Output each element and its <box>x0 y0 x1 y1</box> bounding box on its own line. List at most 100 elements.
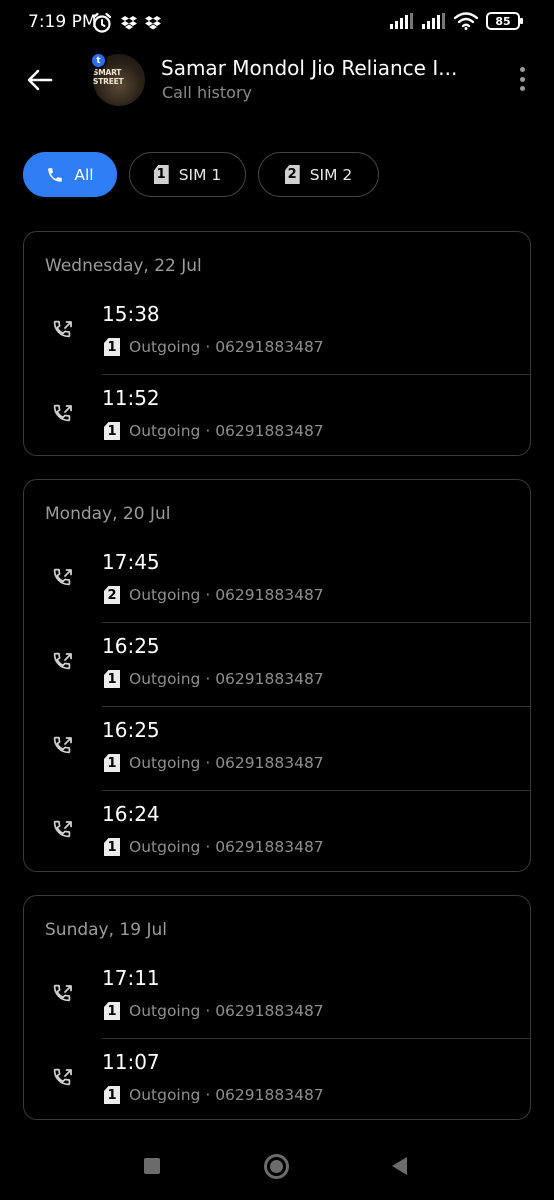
separator: · <box>200 1002 216 1020</box>
call-details: Outgoing · 06291883487 <box>129 422 324 440</box>
call-row[interactable]: 17:11 1 Outgoing · 06291883487 <box>24 954 530 1038</box>
status-icons-left <box>91 12 161 34</box>
truecaller-badge-icon: t <box>90 52 107 69</box>
call-meta: 1 Outgoing · 06291883487 <box>104 422 324 440</box>
call-meta: 2 Outgoing · 06291883487 <box>104 586 324 604</box>
app-header: SMART STREET t Samar Mondol Jio Reliance… <box>0 46 554 116</box>
sim-badge-icon: 1 <box>104 838 120 856</box>
filter-all-label: All <box>74 165 94 184</box>
call-details: Outgoing · 06291883487 <box>129 670 324 688</box>
contact-name: Samar Mondol Jio Reliance I... <box>161 56 458 80</box>
call-time: 15:38 <box>102 302 160 326</box>
sim-card-icon: 2 <box>284 165 300 184</box>
call-row[interactable]: 11:52 1 Outgoing · 06291883487 <box>24 374 530 458</box>
call-row[interactable]: 16:24 1 Outgoing · 06291883487 <box>24 790 530 874</box>
separator: · <box>200 754 216 772</box>
sim-badge-icon: 1 <box>104 1086 120 1104</box>
call-time: 16:25 <box>102 718 160 742</box>
call-time: 17:45 <box>102 550 160 574</box>
outgoing-call-icon <box>51 818 75 842</box>
filter-sim1-label: SIM 1 <box>178 165 222 184</box>
back-button[interactable] <box>22 62 58 98</box>
separator: · <box>200 838 216 856</box>
outgoing-call-icon <box>51 1066 75 1090</box>
call-type: Outgoing <box>129 586 201 604</box>
home-circle-icon[interactable] <box>264 1154 289 1179</box>
outgoing-call-icon <box>51 318 75 342</box>
filter-sim2-label: SIM 2 <box>309 165 353 184</box>
separator: · <box>200 586 216 604</box>
call-details: Outgoing · 06291883487 <box>129 338 324 356</box>
call-type: Outgoing <box>129 422 201 440</box>
status-time: 7:19 PM <box>28 12 97 32</box>
signal-icon <box>390 13 413 29</box>
day-label: Wednesday, 22 Jul <box>45 256 202 276</box>
sim-badge-icon: 1 <box>104 422 120 440</box>
filter-all-tab[interactable]: All <box>23 152 117 197</box>
sim-filter-tabs: All 1 SIM 1 2 SIM 2 <box>23 152 379 197</box>
separator: · <box>200 670 216 688</box>
filter-sim1-tab[interactable]: 1 SIM 1 <box>129 152 246 197</box>
sim-badge-icon: 2 <box>104 586 120 604</box>
outgoing-call-icon <box>51 982 75 1006</box>
battery-icon: 85 <box>486 12 523 30</box>
call-details: Outgoing · 06291883487 <box>129 1086 324 1104</box>
sim-badge-icon: 1 <box>104 754 120 772</box>
page-subtitle: Call history <box>162 83 252 102</box>
recents-square-icon[interactable] <box>144 1158 160 1174</box>
call-details: Outgoing · 06291883487 <box>129 1002 324 1020</box>
signal-icon <box>422 13 445 29</box>
outgoing-call-icon <box>51 734 75 758</box>
phone-number: 06291883487 <box>215 754 324 772</box>
sim-badge-icon: 1 <box>104 670 120 688</box>
phone-icon <box>48 167 63 182</box>
call-time: 16:25 <box>102 634 160 658</box>
system-nav-bar <box>0 1140 554 1200</box>
call-time: 17:11 <box>102 966 160 990</box>
phone-number: 06291883487 <box>215 838 324 856</box>
call-type: Outgoing <box>129 838 201 856</box>
phone-number: 06291883487 <box>215 1002 324 1020</box>
phone-number: 06291883487 <box>215 586 324 604</box>
phone-number: 06291883487 <box>215 670 324 688</box>
call-row[interactable]: 16:25 1 Outgoing · 06291883487 <box>24 706 530 790</box>
call-details: Outgoing · 06291883487 <box>129 586 324 604</box>
outgoing-call-icon <box>51 402 75 426</box>
more-vertical-icon <box>519 67 525 72</box>
outgoing-call-icon <box>51 650 75 674</box>
call-type: Outgoing <box>129 670 201 688</box>
day-group-card: Monday, 20 Jul 17:45 2 Outgoing · 062918834… <box>23 479 531 872</box>
call-meta: 1 Outgoing · 06291883487 <box>104 1002 324 1020</box>
alarm-icon <box>92 12 112 33</box>
day-label: Monday, 20 Jul <box>45 504 171 524</box>
back-triangle-icon[interactable] <box>392 1157 407 1175</box>
call-row[interactable]: 15:38 1 Outgoing · 06291883487 <box>24 290 530 374</box>
day-group-card: Wednesday, 22 Jul 15:38 1 Outgoing · 062918… <box>23 231 531 456</box>
arrow-left-icon <box>27 69 53 91</box>
call-meta: 1 Outgoing · 06291883487 <box>104 338 324 356</box>
wifi-icon <box>454 12 478 30</box>
call-details: Outgoing · 06291883487 <box>129 754 324 772</box>
filter-sim2-tab[interactable]: 2 SIM 2 <box>258 152 379 197</box>
status-icons-right: 85 <box>390 12 523 30</box>
dropbox-icon <box>121 16 137 30</box>
sim-badge-icon: 1 <box>104 338 120 356</box>
day-group-card: Sunday, 19 Jul 17:11 1 Outgoing · 062918834… <box>23 895 531 1120</box>
call-meta: 1 Outgoing · 06291883487 <box>104 754 324 772</box>
separator: · <box>200 422 216 440</box>
call-type: Outgoing <box>129 1086 201 1104</box>
status-bar: 7:19 PM 85 <box>0 0 554 46</box>
call-time: 16:24 <box>102 802 160 826</box>
call-row[interactable]: 16:25 1 Outgoing · 06291883487 <box>24 622 530 706</box>
call-type: Outgoing <box>129 754 201 772</box>
sim-card-icon: 1 <box>153 165 169 184</box>
call-meta: 1 Outgoing · 06291883487 <box>104 670 324 688</box>
call-type: Outgoing <box>129 1002 201 1020</box>
call-row[interactable]: 17:45 2 Outgoing · 06291883487 <box>24 538 530 622</box>
day-label: Sunday, 19 Jul <box>45 920 167 940</box>
phone-number: 06291883487 <box>215 338 324 356</box>
call-details: Outgoing · 06291883487 <box>129 838 324 856</box>
more-options-button[interactable] <box>512 64 532 94</box>
sim-badge-icon: 1 <box>104 1002 120 1020</box>
call-row[interactable]: 11:07 1 Outgoing · 06291883487 <box>24 1038 530 1122</box>
